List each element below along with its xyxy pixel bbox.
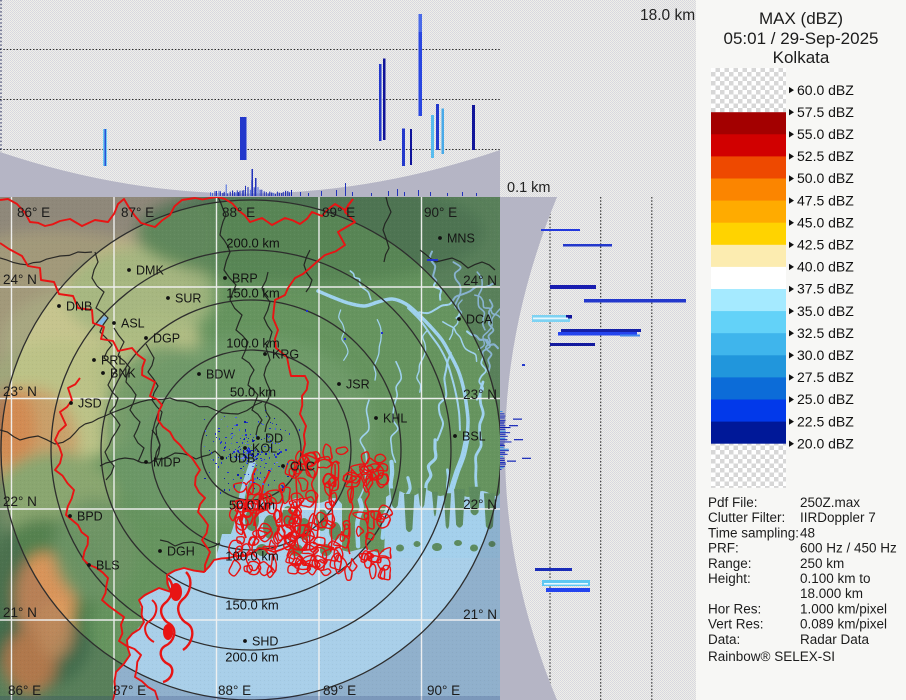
svg-text:Radar Data: Radar Data	[800, 632, 870, 647]
svg-text:87° E: 87° E	[121, 205, 154, 220]
svg-text:57.5 dBZ: 57.5 dBZ	[797, 104, 854, 120]
svg-text:Range:: Range:	[708, 556, 752, 571]
svg-text:150.0 km: 150.0 km	[226, 286, 279, 301]
svg-text:IIRDoppler 7: IIRDoppler 7	[800, 510, 876, 525]
svg-text:Clutter Filter:: Clutter Filter:	[708, 510, 785, 525]
svg-text:18.0 km: 18.0 km	[640, 7, 695, 24]
svg-text:88° E: 88° E	[222, 205, 255, 220]
svg-text:87° E: 87° E	[113, 683, 146, 698]
svg-text:250Z.max: 250Z.max	[800, 495, 860, 510]
svg-text:SHD: SHD	[252, 635, 278, 649]
svg-text:100.0 km: 100.0 km	[226, 336, 279, 351]
svg-text:JSD: JSD	[78, 397, 102, 411]
svg-text:50.0 dBZ: 50.0 dBZ	[797, 170, 854, 186]
svg-text:200.0 km: 200.0 km	[225, 650, 278, 665]
svg-text:25.0 dBZ: 25.0 dBZ	[797, 391, 854, 407]
svg-text:PRL: PRL	[101, 354, 125, 368]
svg-text:DNB: DNB	[66, 300, 92, 314]
svg-text:250 km: 250 km	[800, 556, 844, 571]
svg-text:DMK: DMK	[136, 264, 164, 278]
svg-text:150.0 km: 150.0 km	[225, 598, 278, 613]
svg-text:0.089 km/pixel: 0.089 km/pixel	[800, 617, 887, 632]
svg-text:BRP: BRP	[232, 272, 258, 286]
svg-text:48: 48	[800, 525, 815, 540]
svg-text:Rainbow® SELEX-SI: Rainbow® SELEX-SI	[708, 649, 835, 664]
svg-text:CLC: CLC	[290, 460, 315, 474]
svg-text:BPD: BPD	[77, 510, 103, 524]
svg-text:KOL: KOL	[252, 442, 277, 456]
svg-text:Hor Res:: Hor Res:	[708, 601, 761, 616]
svg-text:21° N: 21° N	[463, 607, 497, 622]
svg-text:30.0 dBZ: 30.0 dBZ	[797, 347, 854, 363]
svg-text:DGP: DGP	[153, 332, 180, 346]
svg-text:90° E: 90° E	[427, 683, 460, 698]
svg-text:JSR: JSR	[346, 378, 370, 392]
svg-text:PRF:: PRF:	[708, 541, 739, 556]
svg-text:45.0 dBZ: 45.0 dBZ	[797, 214, 854, 230]
svg-text:BSL: BSL	[462, 430, 486, 444]
svg-text:89° E: 89° E	[323, 683, 356, 698]
svg-text:BNK: BNK	[110, 367, 136, 381]
svg-text:23° N: 23° N	[463, 387, 497, 402]
svg-text:50.0 km: 50.0 km	[229, 498, 275, 513]
svg-text:42.5 dBZ: 42.5 dBZ	[797, 237, 854, 253]
svg-text:200.0 km: 200.0 km	[226, 236, 279, 251]
svg-text:20.0 dBZ: 20.0 dBZ	[797, 435, 854, 451]
svg-text:18.000 km: 18.000 km	[800, 586, 863, 601]
svg-text:32.5 dBZ: 32.5 dBZ	[797, 325, 854, 341]
svg-text:BDW: BDW	[206, 368, 235, 382]
svg-text:89° E: 89° E	[322, 205, 355, 220]
svg-text:SUR: SUR	[175, 292, 201, 306]
svg-text:21° N: 21° N	[3, 605, 37, 620]
svg-text:Vert Res:: Vert Res:	[708, 617, 764, 632]
svg-text:24° N: 24° N	[3, 272, 37, 287]
svg-text:Time sampling:: Time sampling:	[708, 525, 799, 540]
svg-text:90° E: 90° E	[424, 205, 457, 220]
svg-text:27.5 dBZ: 27.5 dBZ	[797, 369, 854, 385]
svg-text:DGH: DGH	[167, 545, 195, 559]
svg-text:24° N: 24° N	[463, 273, 497, 288]
svg-text:22.5 dBZ: 22.5 dBZ	[797, 413, 854, 429]
svg-text:40.0 dBZ: 40.0 dBZ	[797, 259, 854, 275]
svg-text:60.0 dBZ: 60.0 dBZ	[797, 82, 854, 98]
svg-text:600 Hz / 450 Hz: 600 Hz / 450 Hz	[800, 541, 897, 556]
svg-text:37.5 dBZ: 37.5 dBZ	[797, 281, 854, 297]
svg-text:0.100 km to: 0.100 km to	[800, 571, 871, 586]
svg-text:47.5 dBZ: 47.5 dBZ	[797, 192, 854, 208]
svg-text:Pdf File:: Pdf File:	[708, 495, 758, 510]
svg-text:88° E: 88° E	[218, 683, 251, 698]
svg-text:23° N: 23° N	[3, 384, 37, 399]
svg-text:86° E: 86° E	[17, 205, 50, 220]
svg-text:MAX (dBZ): MAX (dBZ)	[759, 9, 843, 28]
svg-text:ASL: ASL	[121, 317, 145, 331]
svg-text:100.0 km: 100.0 km	[225, 549, 278, 564]
svg-text:1.000 km/pixel: 1.000 km/pixel	[800, 601, 887, 616]
svg-text:DCA: DCA	[466, 313, 493, 327]
svg-text:05:01 / 29-Sep-2025: 05:01 / 29-Sep-2025	[723, 29, 878, 48]
svg-text:86° E: 86° E	[8, 683, 41, 698]
svg-text:BLS: BLS	[96, 559, 120, 573]
svg-text:MNS: MNS	[447, 232, 475, 246]
svg-text:0.1 km: 0.1 km	[507, 180, 551, 196]
svg-text:KHL: KHL	[383, 412, 407, 426]
svg-text:22° N: 22° N	[463, 497, 497, 512]
svg-text:50.0 km: 50.0 km	[230, 385, 276, 400]
svg-text:55.0 dBZ: 55.0 dBZ	[797, 126, 854, 142]
svg-text:Data:: Data:	[708, 632, 740, 647]
svg-text:MDP: MDP	[153, 456, 181, 470]
svg-text:35.0 dBZ: 35.0 dBZ	[797, 303, 854, 319]
svg-text:52.5 dBZ: 52.5 dBZ	[797, 148, 854, 164]
svg-text:22° N: 22° N	[3, 494, 37, 509]
svg-text:Kolkata: Kolkata	[773, 48, 830, 67]
svg-text:Height:: Height:	[708, 571, 751, 586]
